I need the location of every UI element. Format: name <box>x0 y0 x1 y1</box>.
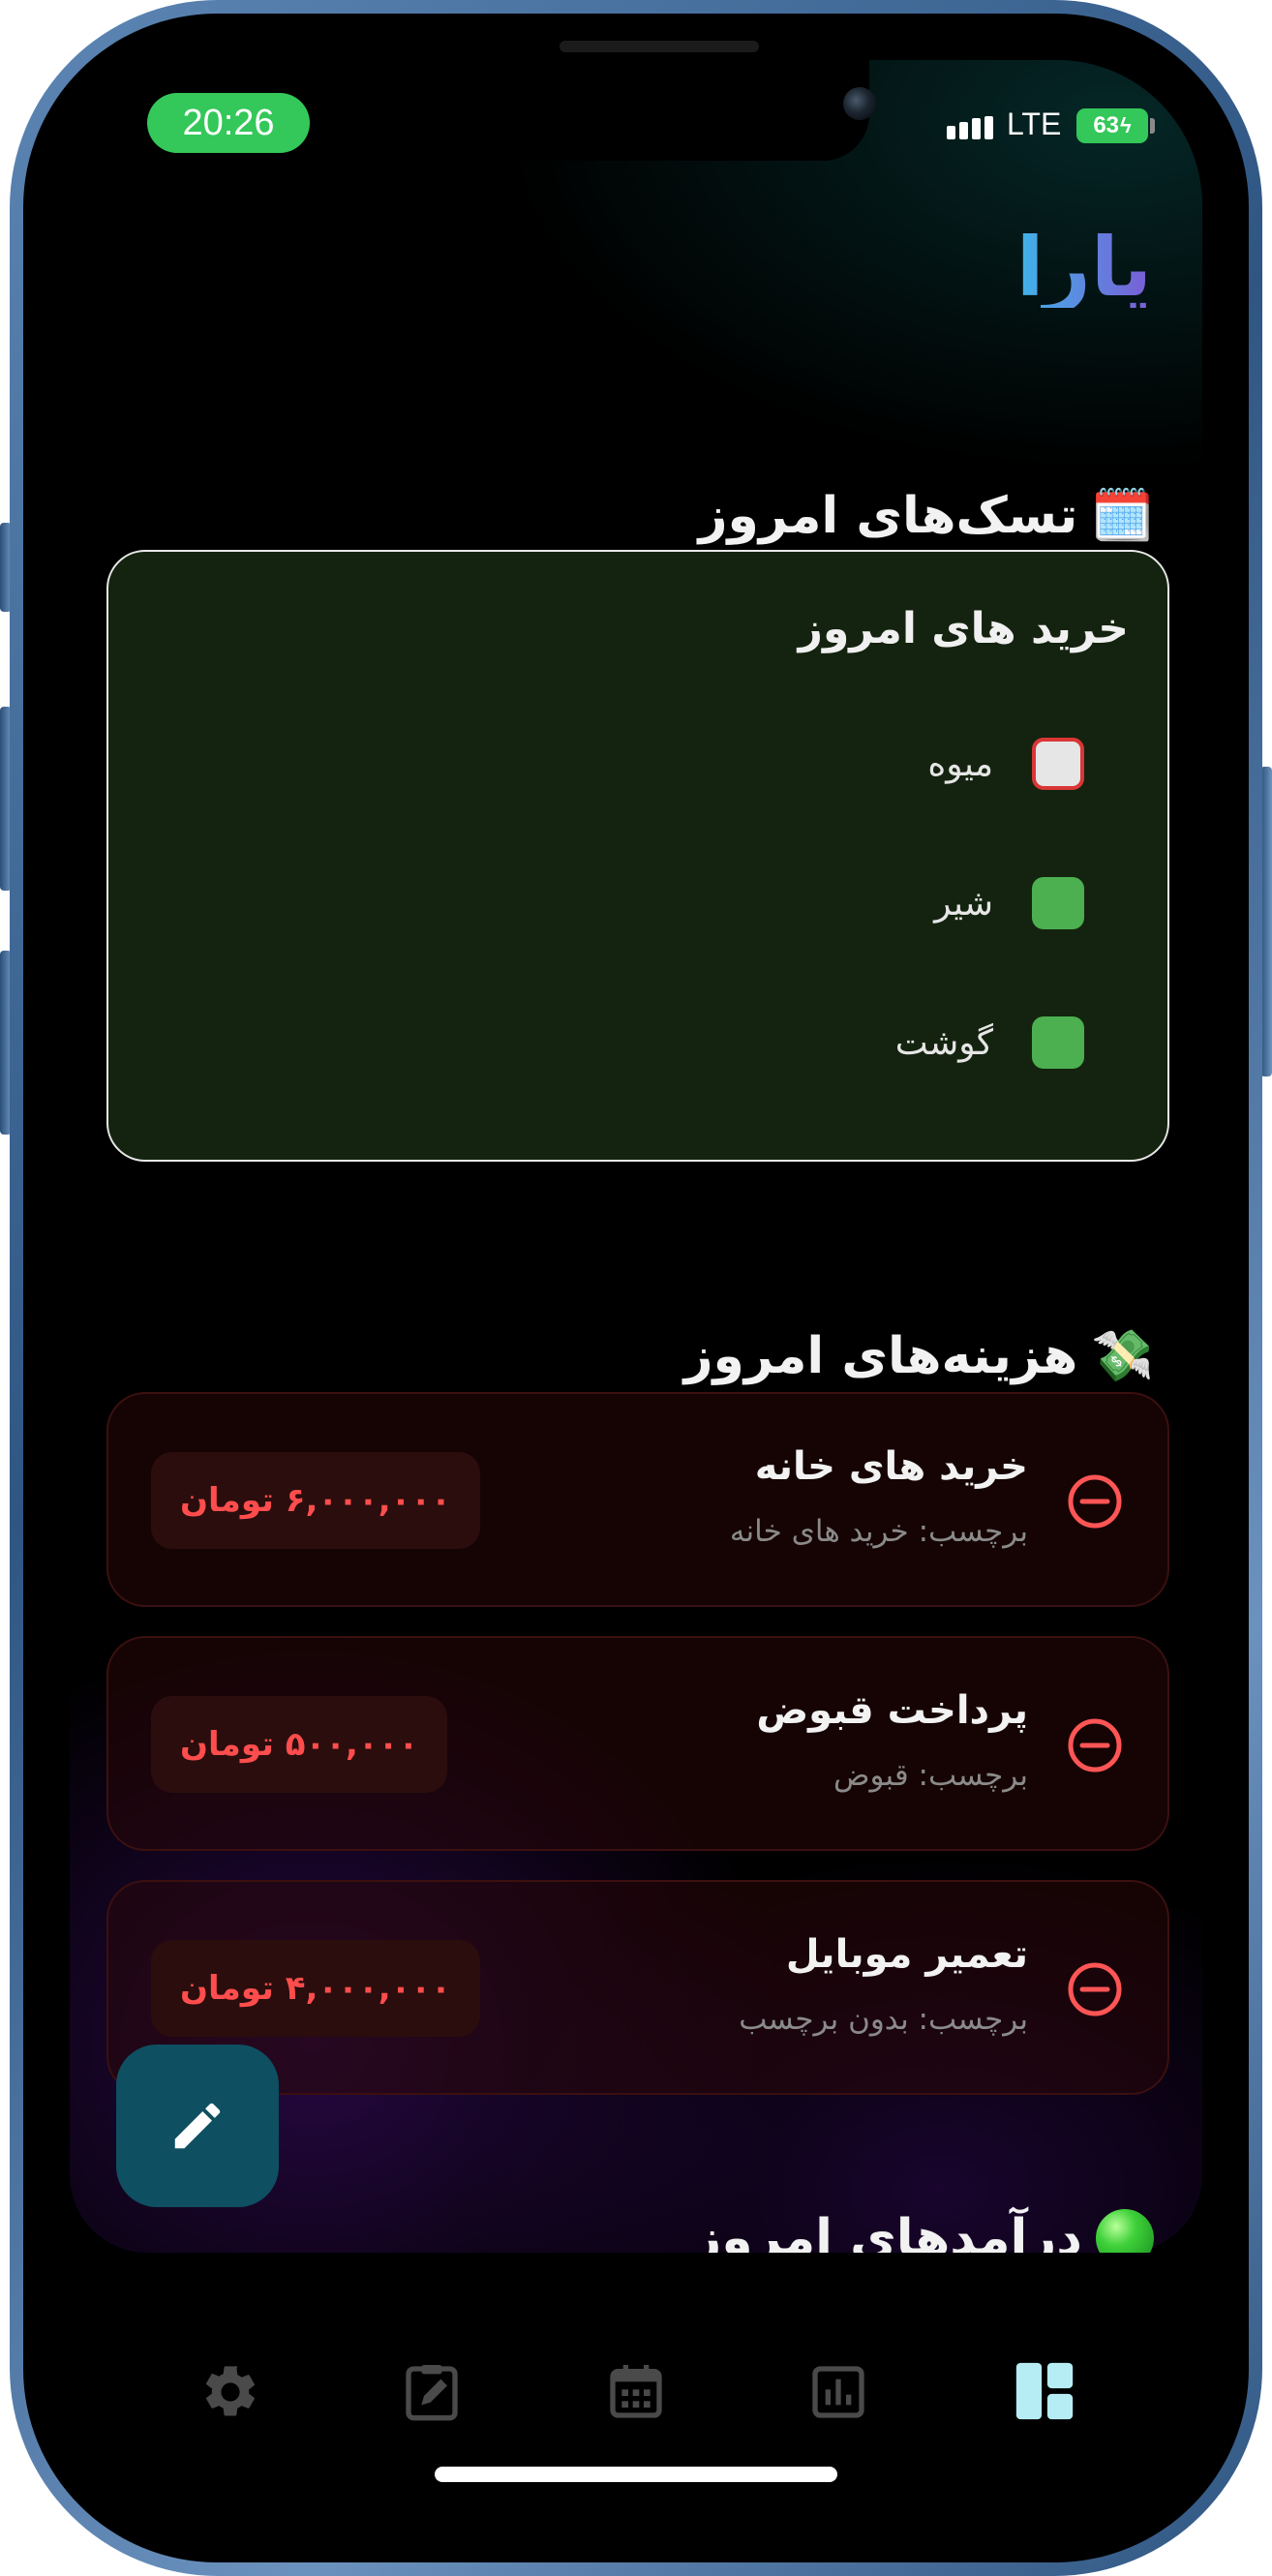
battery-level: 63 <box>1093 112 1120 138</box>
task-label: گوشت <box>894 1022 993 1063</box>
minus-circle-icon[interactable] <box>1067 1961 1123 2017</box>
dashboard-icon[interactable] <box>1011 2357 1078 2425</box>
expense-amount: ۶,۰۰۰,۰۰۰ تومان <box>151 1452 480 1549</box>
edit-fab-button[interactable] <box>116 2045 279 2207</box>
notch <box>403 60 876 161</box>
expense-title: تعمیر موبایل <box>785 1932 1028 1977</box>
front-camera <box>843 87 876 120</box>
phone-screen: 20:26 LTE 63 ϟ یارا 🗓️ تسک‌های امروز خری… <box>70 60 1202 2519</box>
app-title: یارا <box>1015 220 1152 315</box>
expenses-title-text: هزینه‌های امروز <box>683 1326 1078 1385</box>
tasks-section-title: 🗓️ تسک‌های امروز <box>698 486 1154 546</box>
minus-circle-icon[interactable] <box>1067 1717 1123 1773</box>
money-wings-emoji-icon: 💸 <box>1091 1327 1154 1385</box>
status-time: 20:26 <box>147 93 310 153</box>
expense-item[interactable]: خرید های خانه برچسب: خرید های خانه ۶,۰۰۰… <box>106 1392 1169 1607</box>
calendar-emoji-icon: 🗓️ <box>1091 487 1154 545</box>
chart-icon[interactable] <box>807 2361 869 2423</box>
expense-tag: برچسب: قبوض <box>833 1758 1028 1793</box>
signal-icon <box>947 116 993 139</box>
task-item-fruit[interactable]: میوه <box>927 738 1084 790</box>
task-checkbox-checked[interactable] <box>1032 1016 1084 1069</box>
task-card-title: خرید های امروز <box>798 604 1129 653</box>
minus-circle-icon[interactable] <box>1067 1473 1123 1530</box>
task-label: میوه <box>927 743 993 784</box>
edit-clipboard-icon[interactable] <box>401 2361 463 2423</box>
task-item-meat[interactable]: گوشت <box>895 1016 1084 1069</box>
battery-icon: 63 ϟ <box>1076 108 1148 143</box>
expense-item[interactable]: پرداخت قبوض برچسب: قبوض ۵۰۰,۰۰۰ تومان <box>106 1636 1169 1851</box>
shopping-task-card[interactable]: خرید های امروز میوه شیر گوشت <box>106 550 1169 1162</box>
network-type: LTE <box>1007 106 1062 141</box>
expense-amount: ۴,۰۰۰,۰۰۰ تومان <box>151 1940 480 2037</box>
charging-bolt-icon: ϟ <box>1120 113 1132 137</box>
task-label: شیر <box>934 883 993 924</box>
expense-tag: برچسب: بدون برچسب <box>739 2002 1028 2037</box>
expenses-section-title: 💸 هزینه‌های امروز <box>683 1326 1154 1386</box>
expense-title: خرید های خانه <box>754 1444 1028 1489</box>
tasks-title-text: تسک‌های امروز <box>698 486 1078 545</box>
speaker-slot <box>560 41 759 52</box>
expense-tag: برچسب: خرید های خانه <box>729 1514 1028 1549</box>
task-checkbox-checked[interactable] <box>1032 877 1084 929</box>
pencil-icon <box>174 2103 221 2149</box>
calendar-icon[interactable] <box>605 2361 667 2423</box>
task-checkbox-unchecked[interactable] <box>1032 738 1084 790</box>
expense-title: پرداخت قبوض <box>756 1688 1028 1733</box>
battery-tip <box>1150 118 1155 134</box>
settings-icon[interactable] <box>199 2361 261 2423</box>
home-indicator[interactable] <box>435 2467 837 2482</box>
task-item-milk[interactable]: شیر <box>934 877 1084 929</box>
expense-amount: ۵۰۰,۰۰۰ تومان <box>151 1696 448 1793</box>
